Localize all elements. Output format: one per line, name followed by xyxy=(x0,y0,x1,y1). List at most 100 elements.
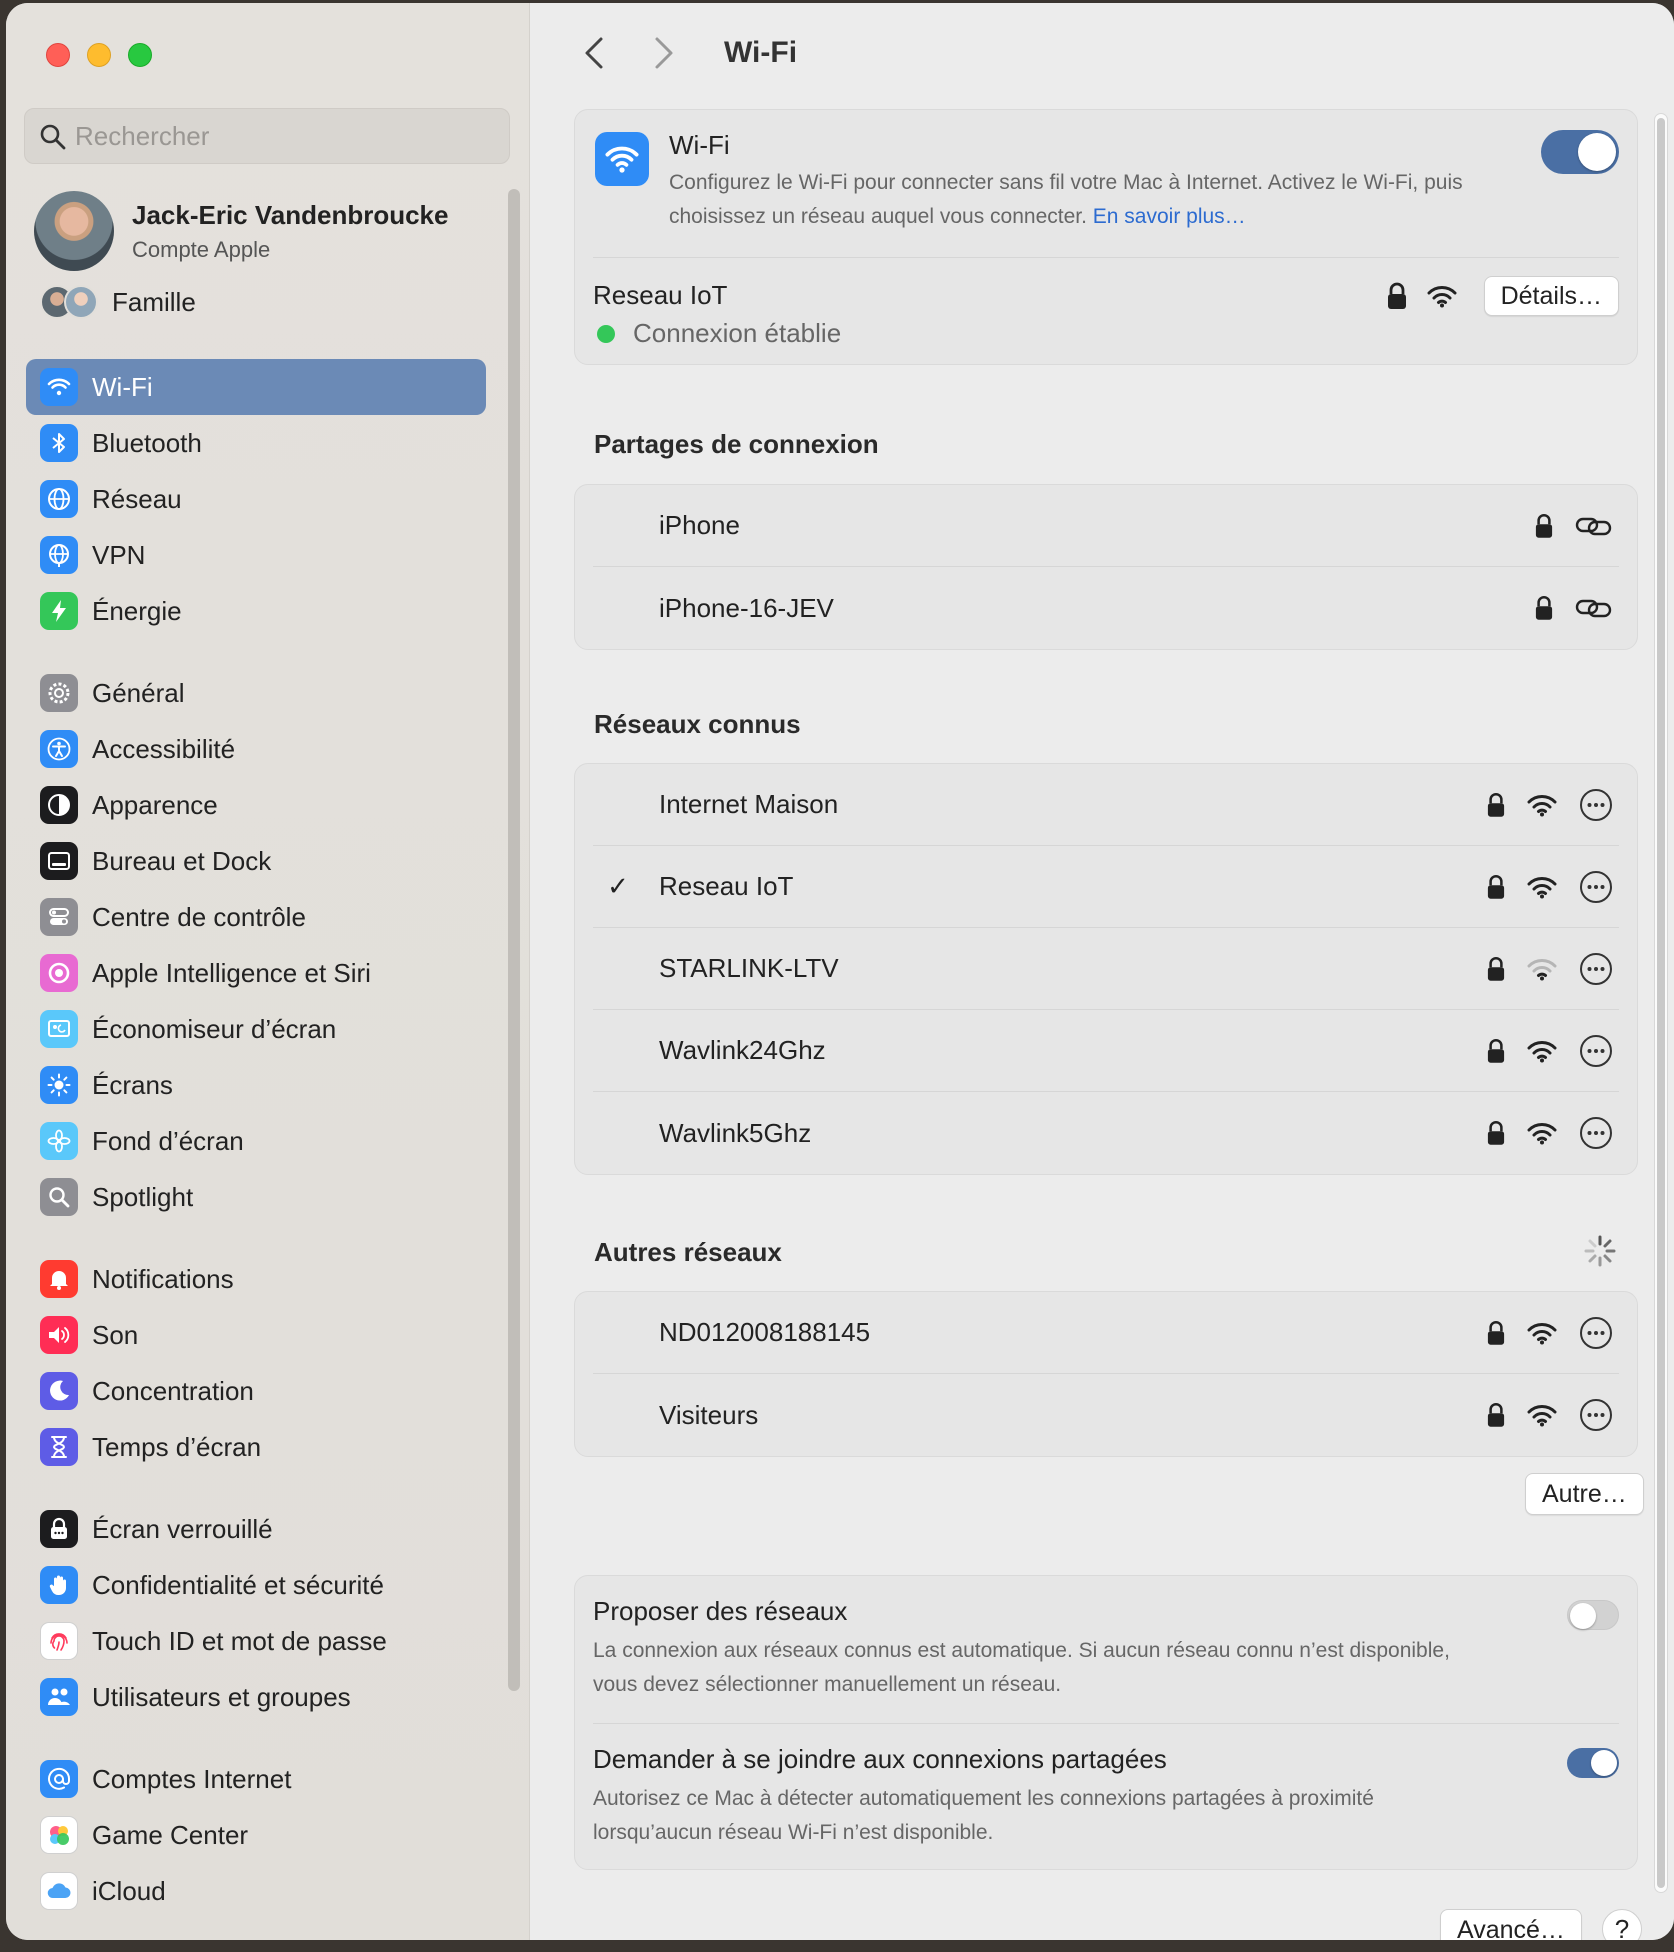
more-options-icon[interactable] xyxy=(1579,1316,1613,1350)
sidebar-item-label: Centre de contrôle xyxy=(92,901,306,932)
option-toggle[interactable] xyxy=(1567,1748,1619,1778)
known-network-row[interactable]: Wavlink24Ghz xyxy=(593,1010,1619,1092)
sidebar-item-spotlight[interactable]: Spotlight xyxy=(26,1169,486,1225)
sidebar-item-label: Concentration xyxy=(92,1375,254,1406)
wifi-toggle[interactable] xyxy=(1541,130,1619,174)
details-button[interactable]: Détails… xyxy=(1483,276,1619,316)
sidebar-item-label: Écran verrouillé xyxy=(92,1513,273,1544)
lock-icon xyxy=(1487,1403,1505,1427)
current-network-name: Reseau IoT xyxy=(593,280,728,310)
sidebar-item-label: Son xyxy=(92,1319,139,1350)
sidebar-item-energie[interactable]: Énergie xyxy=(26,583,486,639)
lock-icon xyxy=(1487,792,1505,817)
option-title: Demander à se joindre aux connexions par… xyxy=(593,1744,1167,1774)
sidebar-item-fond-d-ecran[interactable]: Fond d’écran xyxy=(26,1113,486,1169)
learn-more-link[interactable]: En savoir plus… xyxy=(1093,205,1246,228)
more-options-icon[interactable] xyxy=(1579,952,1613,986)
help-button[interactable]: ? xyxy=(1602,1909,1642,1940)
screensaver-icon xyxy=(40,1010,78,1048)
other-network-row[interactable]: ND012008188145 xyxy=(593,1292,1619,1374)
close-button[interactable] xyxy=(46,43,70,67)
lock-icon xyxy=(1487,956,1505,981)
sidebar-item-apple-intelligence-et-siri[interactable]: Apple Intelligence et Siri xyxy=(26,945,486,1001)
advanced-button[interactable]: Avancé… xyxy=(1440,1909,1582,1940)
sidebar-item-notifications[interactable]: Notifications xyxy=(26,1251,486,1307)
main-pane: Wi-Fi Wi-Fi Configurez le Wi-Fi pour con… xyxy=(530,3,1674,1940)
checkmark-icon: ✓ xyxy=(607,871,629,901)
search-input[interactable] xyxy=(75,120,509,152)
known-network-row[interactable]: ✓ Reseau IoT xyxy=(593,846,1619,928)
sidebar-item-label: Énergie xyxy=(92,595,182,626)
game-center-icon xyxy=(40,1816,78,1854)
profile-name: Jack-Eric Vandenbroucke xyxy=(132,199,449,230)
known-network-row[interactable]: Wavlink5Ghz xyxy=(593,1092,1619,1174)
wifi-description: Configurez le Wi-Fi pour connecter sans … xyxy=(669,166,1529,234)
sidebar-item-apparence[interactable]: Apparence xyxy=(26,777,486,833)
sidebar-item-label: Accessibilité xyxy=(92,733,236,764)
scanning-spinner-icon xyxy=(1584,1235,1616,1267)
known-network-row[interactable]: STARLINK-LTV xyxy=(593,928,1619,1010)
hotspot-row[interactable]: iPhone xyxy=(593,485,1619,567)
back-button[interactable] xyxy=(572,31,616,75)
zoom-button[interactable] xyxy=(128,43,152,67)
sidebar-item-wi-fi[interactable]: Wi-Fi xyxy=(26,359,486,415)
known-networks-title: Réseaux connus xyxy=(594,709,801,739)
more-options-icon[interactable] xyxy=(1579,788,1613,822)
search-icon xyxy=(40,124,66,150)
globe-icon xyxy=(40,480,78,518)
hotspot-row[interactable]: iPhone-16-JEV xyxy=(593,567,1619,649)
sidebar-item-label: Réseau xyxy=(92,483,182,514)
main-scrollbar[interactable] xyxy=(1654,113,1668,1893)
sidebar-item-game-center[interactable]: Game Center xyxy=(26,1807,486,1863)
bluetooth-icon xyxy=(40,424,78,462)
more-options-icon[interactable] xyxy=(1579,1398,1613,1432)
option-title: Proposer des réseaux xyxy=(593,1596,848,1626)
network-status-icons xyxy=(1487,1398,1613,1432)
accessibility-icon xyxy=(40,730,78,768)
sidebar-item-comptes-internet[interactable]: Comptes Internet xyxy=(26,1751,486,1807)
wifi-signal-icon xyxy=(1427,284,1457,313)
sidebar-item-vpn[interactable]: VPN xyxy=(26,527,486,583)
sidebar-item-ecran-verrouille[interactable]: Écran verrouillé xyxy=(26,1501,486,1557)
forward-button[interactable] xyxy=(642,31,686,75)
more-options-icon[interactable] xyxy=(1579,870,1613,904)
bell-icon xyxy=(40,1260,78,1298)
more-options-icon[interactable] xyxy=(1579,1116,1613,1150)
sidebar-item-ecrans[interactable]: Écrans xyxy=(26,1057,486,1113)
sidebar-item-concentration[interactable]: Concentration xyxy=(26,1363,486,1419)
sidebar-item-bluetooth[interactable]: Bluetooth xyxy=(26,415,486,471)
dock-icon xyxy=(40,842,78,880)
hourglass-icon xyxy=(40,1428,78,1466)
sidebar-item-son[interactable]: Son xyxy=(26,1307,486,1363)
family-label: Famille xyxy=(112,286,196,317)
wifi-option-row: Proposer des réseaux La connexion aux rés… xyxy=(593,1576,1619,1724)
flower-icon xyxy=(40,1122,78,1160)
more-options-icon[interactable] xyxy=(1579,1034,1613,1068)
option-toggle[interactable] xyxy=(1567,1600,1619,1630)
family-item[interactable]: Famille xyxy=(40,285,196,319)
sidebar-item-icloud[interactable]: iCloud xyxy=(26,1863,486,1919)
network-name: Visiteurs xyxy=(659,1399,759,1430)
option-description: Autorisez ce Mac à détecter automatiquem… xyxy=(593,1787,1374,1844)
minimize-button[interactable] xyxy=(87,43,111,67)
sidebar-item-bureau-et-dock[interactable]: Bureau et Dock xyxy=(26,833,486,889)
sidebar-scrollbar[interactable] xyxy=(508,189,520,1691)
hotspots-card: iPhone iPhone-16-JEV xyxy=(574,484,1638,650)
search-field[interactable] xyxy=(24,108,510,164)
other-network-row[interactable]: Visiteurs xyxy=(593,1374,1619,1456)
sidebar-item-economiseur-d-ecran[interactable]: Économiseur d’écran xyxy=(26,1001,486,1057)
sidebar-item-temps-d-ecran[interactable]: Temps d’écran xyxy=(26,1419,486,1475)
sidebar-item-accessibilite[interactable]: Accessibilité xyxy=(26,721,486,777)
known-network-row[interactable]: Internet Maison xyxy=(593,764,1619,846)
wifi-toggle-row: Wi-Fi Configurez le Wi-Fi pour connecter… xyxy=(593,110,1619,258)
sidebar-item-reseau[interactable]: Réseau xyxy=(26,471,486,527)
sidebar-item-touch-id-et-mot-de-passe[interactable]: Touch ID et mot de passe xyxy=(26,1613,486,1669)
sidebar-item-general[interactable]: Général xyxy=(26,665,486,721)
sidebar-item-confidentialite-et-securite[interactable]: Confidentialité et sécurité xyxy=(26,1557,486,1613)
apple-account-profile[interactable]: Jack-Eric Vandenbroucke Compte Apple xyxy=(34,191,448,271)
sidebar-item-centre-de-controle[interactable]: Centre de contrôle xyxy=(26,889,486,945)
sidebar-item-utilisateurs-et-groupes[interactable]: Utilisateurs et groupes xyxy=(26,1669,486,1725)
other-network-button[interactable]: Autre… xyxy=(1525,1473,1644,1515)
